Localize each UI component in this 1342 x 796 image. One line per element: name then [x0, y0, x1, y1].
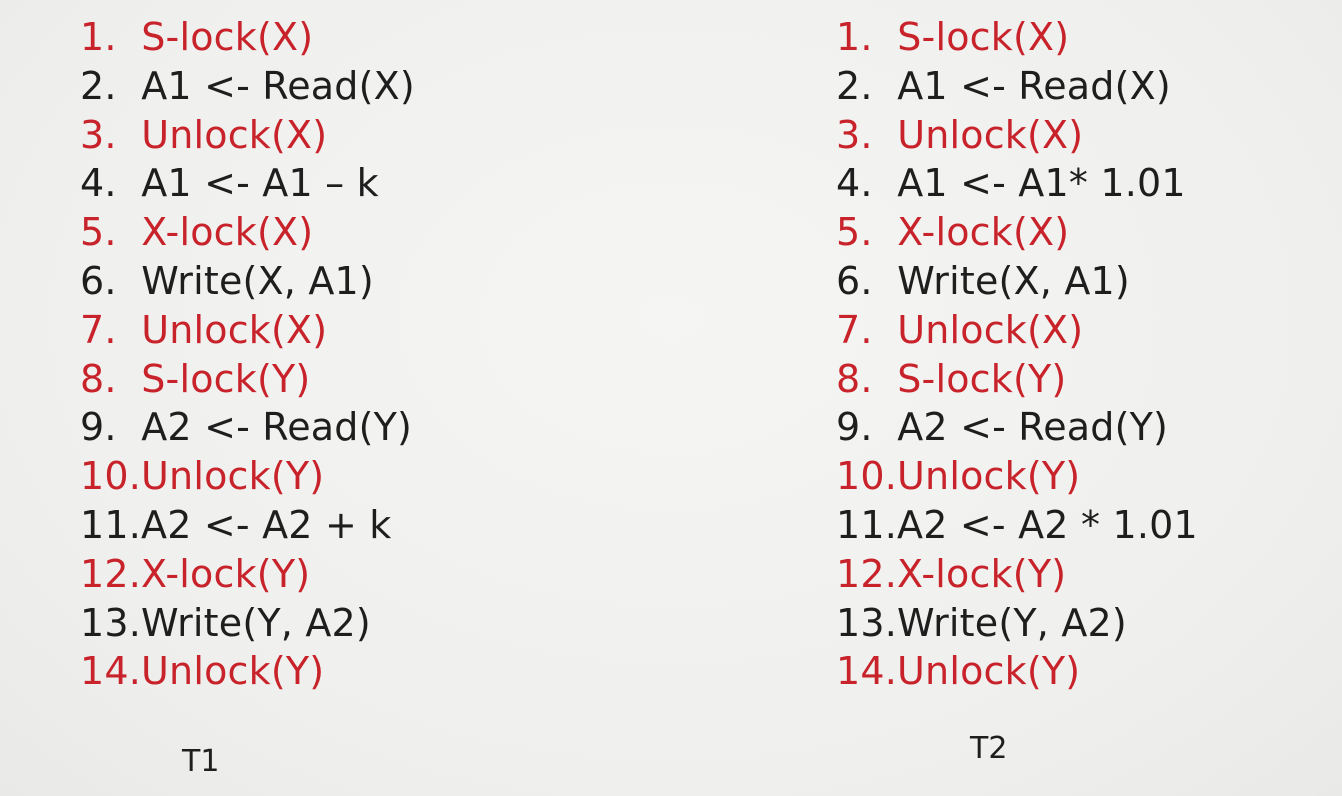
t2-step: 14.Unlock(Y)	[836, 649, 1081, 694]
t2-step: 8. S-lock(Y)	[836, 356, 1067, 401]
transaction-label-t1: T1	[182, 744, 220, 779]
t1-step: 13.Write(Y, A2)	[80, 600, 371, 645]
t1-step: 10.Unlock(Y)	[80, 454, 325, 499]
transaction-label-t2: T2	[970, 731, 1008, 766]
t1-step: 2. A1 <- Read(X)	[80, 63, 415, 108]
t1-step: 3. Unlock(X)	[80, 112, 328, 157]
t2-step: 9. A2 <- Read(Y)	[836, 405, 1169, 450]
t1-step: 5. X-lock(X)	[80, 210, 314, 255]
t1-step: 7. Unlock(X)	[80, 307, 328, 352]
t2-step: 10.Unlock(Y)	[836, 454, 1081, 499]
t2-step: 7. Unlock(X)	[836, 307, 1084, 352]
t1-step: 12.X-lock(Y)	[80, 551, 311, 596]
t1-step: 11.A2 <- A2 + k	[80, 502, 392, 547]
t1-step: 8. S-lock(Y)	[80, 356, 311, 401]
t2-step: 13.Write(Y, A2)	[836, 600, 1127, 645]
t2-step: 4. A1 <- A1* 1.01	[836, 161, 1186, 206]
t1-step: 4. A1 <- A1 – k	[80, 161, 379, 206]
t2-step: 12.X-lock(Y)	[836, 551, 1067, 596]
t2-step: 3. Unlock(X)	[836, 112, 1084, 157]
slide: 1. S-lock(X) 2. A1 <- Read(X) 3. Unlock(…	[0, 0, 1342, 796]
t2-step: 11.A2 <- A2 * 1.01	[836, 502, 1198, 547]
t1-step: 9. A2 <- Read(Y)	[80, 405, 413, 450]
t1-step: 6. Write(X, A1)	[80, 258, 374, 303]
t2-step: 1. S-lock(X)	[836, 15, 1070, 59]
t1-step: 1. S-lock(X)	[80, 15, 314, 59]
t2-step: 2. A1 <- Read(X)	[836, 63, 1171, 108]
t2-step: 6. Write(X, A1)	[836, 258, 1130, 303]
transaction-t1-steps: 1. S-lock(X) 2. A1 <- Read(X) 3. Unlock(…	[80, 13, 415, 696]
t2-step: 5. X-lock(X)	[836, 210, 1070, 255]
t1-step: 14.Unlock(Y)	[80, 649, 325, 694]
transaction-t2-steps: 1. S-lock(X) 2. A1 <- Read(X) 3. Unlock(…	[836, 13, 1198, 696]
